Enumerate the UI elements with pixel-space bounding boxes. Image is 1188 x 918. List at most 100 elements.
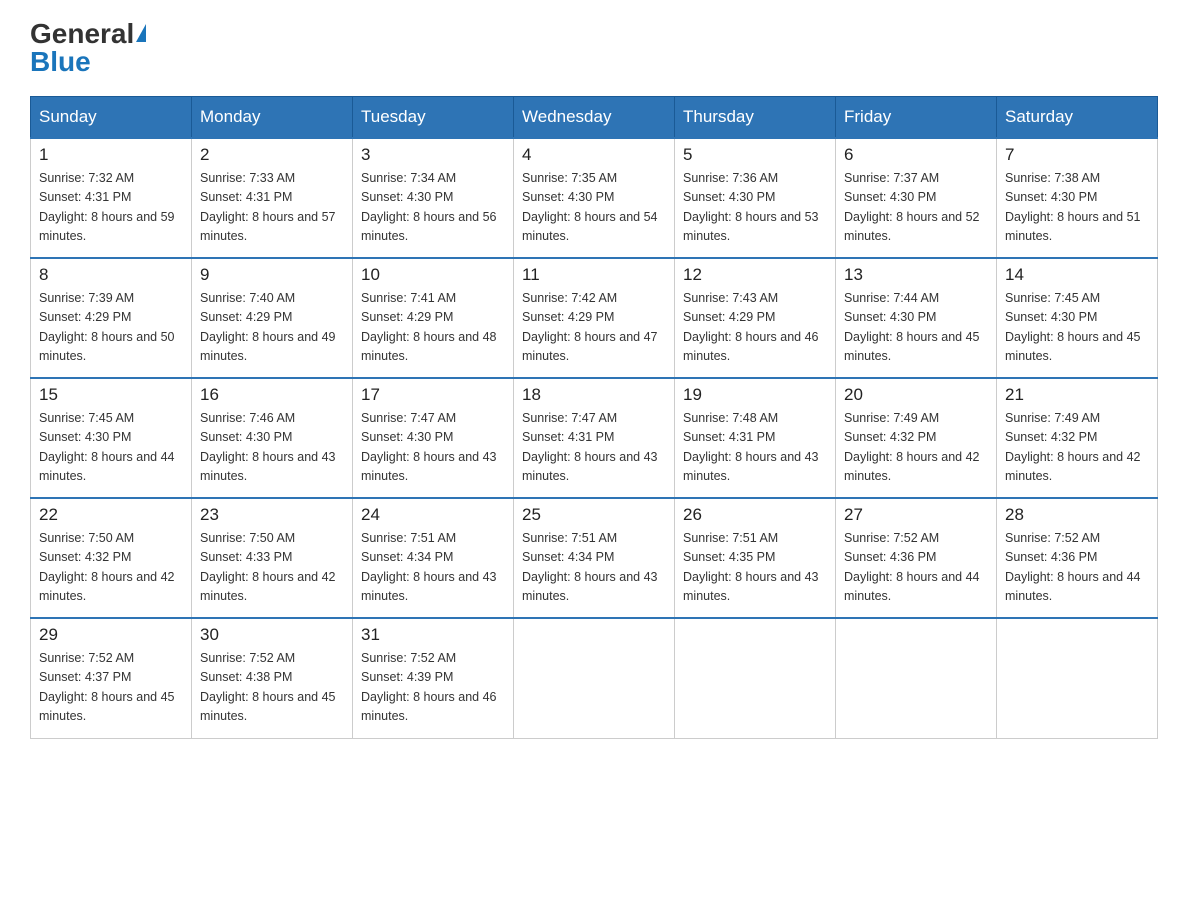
- logo-general-text: General: [30, 20, 146, 48]
- day-number: 1: [39, 145, 183, 165]
- day-info: Sunrise: 7:34 AMSunset: 4:30 PMDaylight:…: [361, 169, 505, 247]
- day-number: 8: [39, 265, 183, 285]
- col-header-saturday: Saturday: [997, 97, 1158, 139]
- day-info: Sunrise: 7:42 AMSunset: 4:29 PMDaylight:…: [522, 289, 666, 367]
- calendar-cell: 4 Sunrise: 7:35 AMSunset: 4:30 PMDayligh…: [514, 138, 675, 258]
- logo-triangle-icon: [136, 24, 146, 42]
- day-info: Sunrise: 7:47 AMSunset: 4:30 PMDaylight:…: [361, 409, 505, 487]
- day-info: Sunrise: 7:41 AMSunset: 4:29 PMDaylight:…: [361, 289, 505, 367]
- day-info: Sunrise: 7:32 AMSunset: 4:31 PMDaylight:…: [39, 169, 183, 247]
- day-number: 27: [844, 505, 988, 525]
- day-info: Sunrise: 7:49 AMSunset: 4:32 PMDaylight:…: [1005, 409, 1149, 487]
- calendar-cell: 30 Sunrise: 7:52 AMSunset: 4:38 PMDaylig…: [192, 618, 353, 738]
- day-number: 15: [39, 385, 183, 405]
- day-info: Sunrise: 7:33 AMSunset: 4:31 PMDaylight:…: [200, 169, 344, 247]
- calendar-week-row: 15 Sunrise: 7:45 AMSunset: 4:30 PMDaylig…: [31, 378, 1158, 498]
- day-info: Sunrise: 7:44 AMSunset: 4:30 PMDaylight:…: [844, 289, 988, 367]
- logo: General Blue: [30, 20, 146, 76]
- day-info: Sunrise: 7:50 AMSunset: 4:32 PMDaylight:…: [39, 529, 183, 607]
- calendar-cell: 27 Sunrise: 7:52 AMSunset: 4:36 PMDaylig…: [836, 498, 997, 618]
- day-number: 16: [200, 385, 344, 405]
- calendar-cell: 3 Sunrise: 7:34 AMSunset: 4:30 PMDayligh…: [353, 138, 514, 258]
- calendar-cell: 6 Sunrise: 7:37 AMSunset: 4:30 PMDayligh…: [836, 138, 997, 258]
- day-number: 25: [522, 505, 666, 525]
- calendar-cell: 17 Sunrise: 7:47 AMSunset: 4:30 PMDaylig…: [353, 378, 514, 498]
- calendar-cell: 21 Sunrise: 7:49 AMSunset: 4:32 PMDaylig…: [997, 378, 1158, 498]
- day-number: 18: [522, 385, 666, 405]
- col-header-tuesday: Tuesday: [353, 97, 514, 139]
- day-info: Sunrise: 7:52 AMSunset: 4:36 PMDaylight:…: [1005, 529, 1149, 607]
- calendar-cell: 24 Sunrise: 7:51 AMSunset: 4:34 PMDaylig…: [353, 498, 514, 618]
- day-number: 13: [844, 265, 988, 285]
- col-header-sunday: Sunday: [31, 97, 192, 139]
- day-number: 17: [361, 385, 505, 405]
- day-info: Sunrise: 7:49 AMSunset: 4:32 PMDaylight:…: [844, 409, 988, 487]
- calendar-cell: 22 Sunrise: 7:50 AMSunset: 4:32 PMDaylig…: [31, 498, 192, 618]
- calendar-cell: 23 Sunrise: 7:50 AMSunset: 4:33 PMDaylig…: [192, 498, 353, 618]
- day-info: Sunrise: 7:39 AMSunset: 4:29 PMDaylight:…: [39, 289, 183, 367]
- calendar-header-row: SundayMondayTuesdayWednesdayThursdayFrid…: [31, 97, 1158, 139]
- day-info: Sunrise: 7:43 AMSunset: 4:29 PMDaylight:…: [683, 289, 827, 367]
- day-number: 30: [200, 625, 344, 645]
- day-number: 12: [683, 265, 827, 285]
- calendar-cell: 2 Sunrise: 7:33 AMSunset: 4:31 PMDayligh…: [192, 138, 353, 258]
- calendar-cell: 11 Sunrise: 7:42 AMSunset: 4:29 PMDaylig…: [514, 258, 675, 378]
- col-header-wednesday: Wednesday: [514, 97, 675, 139]
- calendar-cell: [514, 618, 675, 738]
- day-info: Sunrise: 7:45 AMSunset: 4:30 PMDaylight:…: [1005, 289, 1149, 367]
- day-number: 20: [844, 385, 988, 405]
- day-number: 5: [683, 145, 827, 165]
- calendar-cell: 7 Sunrise: 7:38 AMSunset: 4:30 PMDayligh…: [997, 138, 1158, 258]
- day-info: Sunrise: 7:45 AMSunset: 4:30 PMDaylight:…: [39, 409, 183, 487]
- day-number: 22: [39, 505, 183, 525]
- col-header-thursday: Thursday: [675, 97, 836, 139]
- calendar-cell: 10 Sunrise: 7:41 AMSunset: 4:29 PMDaylig…: [353, 258, 514, 378]
- day-info: Sunrise: 7:38 AMSunset: 4:30 PMDaylight:…: [1005, 169, 1149, 247]
- calendar-cell: 13 Sunrise: 7:44 AMSunset: 4:30 PMDaylig…: [836, 258, 997, 378]
- calendar-week-row: 22 Sunrise: 7:50 AMSunset: 4:32 PMDaylig…: [31, 498, 1158, 618]
- calendar-table: SundayMondayTuesdayWednesdayThursdayFrid…: [30, 96, 1158, 739]
- day-number: 2: [200, 145, 344, 165]
- day-info: Sunrise: 7:35 AMSunset: 4:30 PMDaylight:…: [522, 169, 666, 247]
- day-number: 29: [39, 625, 183, 645]
- calendar-cell: 16 Sunrise: 7:46 AMSunset: 4:30 PMDaylig…: [192, 378, 353, 498]
- day-info: Sunrise: 7:51 AMSunset: 4:35 PMDaylight:…: [683, 529, 827, 607]
- day-info: Sunrise: 7:46 AMSunset: 4:30 PMDaylight:…: [200, 409, 344, 487]
- day-number: 14: [1005, 265, 1149, 285]
- calendar-cell: 26 Sunrise: 7:51 AMSunset: 4:35 PMDaylig…: [675, 498, 836, 618]
- col-header-friday: Friday: [836, 97, 997, 139]
- calendar-cell: 14 Sunrise: 7:45 AMSunset: 4:30 PMDaylig…: [997, 258, 1158, 378]
- day-number: 28: [1005, 505, 1149, 525]
- calendar-cell: 25 Sunrise: 7:51 AMSunset: 4:34 PMDaylig…: [514, 498, 675, 618]
- day-number: 21: [1005, 385, 1149, 405]
- day-number: 6: [844, 145, 988, 165]
- day-info: Sunrise: 7:52 AMSunset: 4:39 PMDaylight:…: [361, 649, 505, 727]
- calendar-cell: 15 Sunrise: 7:45 AMSunset: 4:30 PMDaylig…: [31, 378, 192, 498]
- calendar-cell: 28 Sunrise: 7:52 AMSunset: 4:36 PMDaylig…: [997, 498, 1158, 618]
- day-info: Sunrise: 7:40 AMSunset: 4:29 PMDaylight:…: [200, 289, 344, 367]
- day-number: 4: [522, 145, 666, 165]
- calendar-cell: [997, 618, 1158, 738]
- calendar-cell: 12 Sunrise: 7:43 AMSunset: 4:29 PMDaylig…: [675, 258, 836, 378]
- day-number: 24: [361, 505, 505, 525]
- calendar-week-row: 29 Sunrise: 7:52 AMSunset: 4:37 PMDaylig…: [31, 618, 1158, 738]
- day-number: 11: [522, 265, 666, 285]
- calendar-cell: [675, 618, 836, 738]
- calendar-cell: 18 Sunrise: 7:47 AMSunset: 4:31 PMDaylig…: [514, 378, 675, 498]
- calendar-cell: 20 Sunrise: 7:49 AMSunset: 4:32 PMDaylig…: [836, 378, 997, 498]
- calendar-cell: 19 Sunrise: 7:48 AMSunset: 4:31 PMDaylig…: [675, 378, 836, 498]
- day-info: Sunrise: 7:52 AMSunset: 4:37 PMDaylight:…: [39, 649, 183, 727]
- calendar-cell: 5 Sunrise: 7:36 AMSunset: 4:30 PMDayligh…: [675, 138, 836, 258]
- day-info: Sunrise: 7:52 AMSunset: 4:36 PMDaylight:…: [844, 529, 988, 607]
- day-info: Sunrise: 7:47 AMSunset: 4:31 PMDaylight:…: [522, 409, 666, 487]
- calendar-week-row: 8 Sunrise: 7:39 AMSunset: 4:29 PMDayligh…: [31, 258, 1158, 378]
- day-info: Sunrise: 7:50 AMSunset: 4:33 PMDaylight:…: [200, 529, 344, 607]
- day-number: 7: [1005, 145, 1149, 165]
- calendar-cell: 29 Sunrise: 7:52 AMSunset: 4:37 PMDaylig…: [31, 618, 192, 738]
- calendar-week-row: 1 Sunrise: 7:32 AMSunset: 4:31 PMDayligh…: [31, 138, 1158, 258]
- day-number: 31: [361, 625, 505, 645]
- calendar-cell: 31 Sunrise: 7:52 AMSunset: 4:39 PMDaylig…: [353, 618, 514, 738]
- day-info: Sunrise: 7:36 AMSunset: 4:30 PMDaylight:…: [683, 169, 827, 247]
- calendar-cell: 9 Sunrise: 7:40 AMSunset: 4:29 PMDayligh…: [192, 258, 353, 378]
- day-info: Sunrise: 7:51 AMSunset: 4:34 PMDaylight:…: [522, 529, 666, 607]
